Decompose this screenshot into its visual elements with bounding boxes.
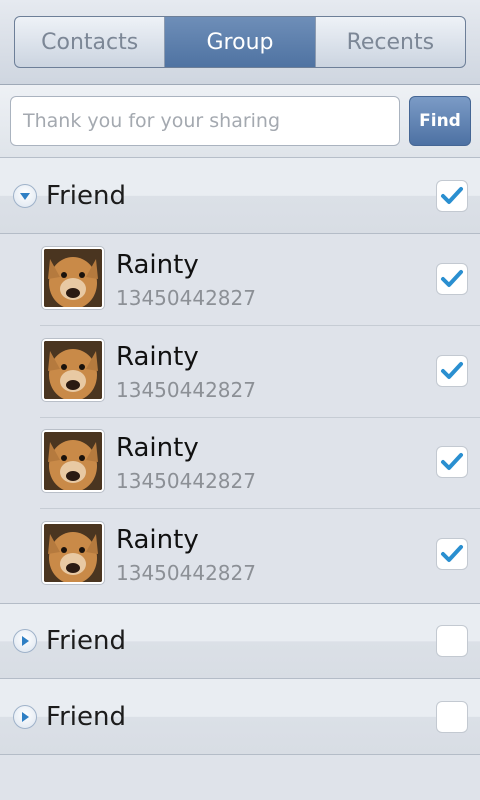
- contact-avatar: [42, 247, 104, 309]
- contact-row[interactable]: Rainty 13450442827: [40, 417, 480, 509]
- contact-avatar: [42, 522, 104, 584]
- top-bar: Contacts Group Recents: [0, 0, 480, 85]
- triangle-right-icon[interactable]: [13, 704, 37, 729]
- contact-name: Rainty: [116, 342, 199, 372]
- group-header-friend[interactable]: Friend: [0, 158, 480, 234]
- group-label: Friend: [46, 626, 126, 656]
- group-header-friend[interactable]: Friend: [0, 679, 480, 755]
- contact-name: Rainty: [116, 433, 199, 463]
- contact-row[interactable]: Rainty 13450442827: [40, 234, 480, 326]
- contact-avatar: [42, 339, 104, 401]
- group-checkbox[interactable]: [436, 625, 468, 657]
- checkmark-icon: [441, 545, 463, 562]
- contact-phone: 13450442827: [116, 378, 256, 402]
- contact-checkbox[interactable]: [436, 446, 468, 478]
- contact-checkbox[interactable]: [436, 538, 468, 570]
- checkmark-icon: [441, 270, 463, 287]
- search-bar: Find: [0, 85, 480, 158]
- contact-name: Rainty: [116, 525, 199, 555]
- tab-contacts[interactable]: Contacts: [15, 17, 166, 67]
- triangle-down-icon[interactable]: [13, 183, 37, 208]
- contact-avatar: [42, 430, 104, 492]
- group-header-friend[interactable]: Friend: [0, 603, 480, 679]
- tab-segmented-control: Contacts Group Recents: [14, 16, 466, 68]
- group-checkbox[interactable]: [436, 179, 468, 212]
- checkmark-icon: [441, 362, 463, 379]
- contact-checkbox[interactable]: [436, 263, 468, 295]
- contact-phone: 13450442827: [116, 286, 256, 310]
- contact-phone: 13450442827: [116, 469, 256, 493]
- contact-row[interactable]: Rainty 13450442827: [40, 509, 480, 601]
- contact-row[interactable]: Rainty 13450442827: [40, 326, 480, 418]
- contact-phone: 13450442827: [116, 561, 256, 585]
- tab-group[interactable]: Group: [165, 17, 316, 67]
- tab-recents[interactable]: Recents: [316, 17, 465, 67]
- checkmark-icon: [441, 186, 463, 204]
- search-input[interactable]: [10, 96, 400, 146]
- contact-checkbox[interactable]: [436, 355, 468, 387]
- contact-name: Rainty: [116, 250, 199, 280]
- triangle-right-icon[interactable]: [13, 629, 37, 653]
- checkmark-icon: [441, 453, 463, 470]
- find-button[interactable]: Find: [409, 96, 471, 146]
- group-label: Friend: [46, 701, 126, 732]
- group-checkbox[interactable]: [436, 700, 468, 733]
- group-label: Friend: [46, 180, 126, 211]
